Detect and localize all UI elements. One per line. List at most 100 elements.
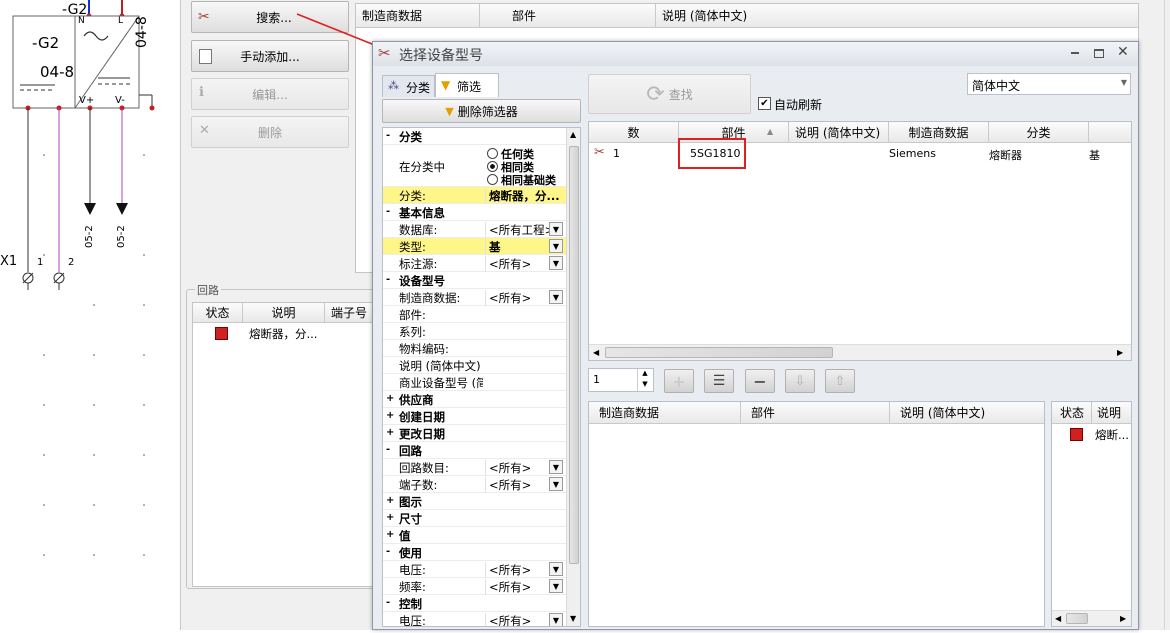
results-col-category[interactable]: 分类 xyxy=(989,122,1089,142)
expand-toggle-icon[interactable]: + xyxy=(386,512,394,523)
filter-group[interactable]: - 基本信息 xyxy=(383,204,566,221)
filter-group[interactable]: - 控制 xyxy=(383,595,566,612)
filter-prop-row[interactable]: 电压: <所有> ▼ xyxy=(383,561,566,578)
chevron-down-icon[interactable]: ▼ xyxy=(549,562,563,576)
bg-col-desc[interactable]: 说明 (简体中文) xyxy=(656,4,1138,27)
filter-prop-row[interactable]: 说明 (简体中文) xyxy=(383,357,566,374)
filter-group[interactable]: + 创建日期 xyxy=(383,408,566,425)
filter-prop-row[interactable]: 分类: 熔断器，分... xyxy=(383,187,566,204)
results-col-desc[interactable]: 说明 (简体中文) xyxy=(789,122,889,142)
filter-group[interactable]: - 分类 xyxy=(383,128,566,145)
dialog-titlebar[interactable]: ✂ 选择设备型号 ✕ xyxy=(373,42,1138,66)
filter-scrollbar[interactable]: ▲ ▼ xyxy=(566,128,580,626)
move-down-button[interactable]: ⇩ xyxy=(785,369,815,393)
expand-toggle-icon[interactable]: - xyxy=(386,206,390,217)
chevron-down-icon[interactable]: ▼ xyxy=(549,477,563,491)
edit-button[interactable]: ℹ 编辑... xyxy=(191,78,349,110)
filter-group[interactable]: + 值 xyxy=(383,527,566,544)
filter-prop-row[interactable]: 电压: <所有> ▼ xyxy=(383,612,566,626)
chevron-down-icon[interactable]: ▼ xyxy=(549,222,563,236)
minimize-icon[interactable] xyxy=(1071,52,1079,54)
dialog-search-button[interactable]: ⟳ 查找 xyxy=(588,74,751,114)
filter-prop-row[interactable]: 标注源: <所有> ▼ xyxy=(383,255,566,272)
selected-col-manufacturer[interactable]: 制造商数据 xyxy=(589,402,741,423)
expand-toggle-icon[interactable]: + xyxy=(386,427,394,438)
results-col-manufacturer[interactable]: 制造商数据 xyxy=(889,122,989,142)
filter-scroll-thumb[interactable] xyxy=(569,146,579,564)
scroll-left-icon[interactable]: ◀ xyxy=(1055,614,1061,623)
auto-refresh-checkbox[interactable]: ✔ xyxy=(758,97,771,110)
chevron-down-icon[interactable]: ▼ xyxy=(549,460,563,474)
delete-filter-button[interactable]: ▼ 删除筛选器 xyxy=(382,99,581,123)
mini-hscrollbar[interactable]: ◀ ▶ xyxy=(1052,610,1131,626)
scroll-right-icon[interactable]: ▶ xyxy=(1117,348,1123,357)
scroll-right-icon[interactable]: ▶ xyxy=(1120,614,1126,623)
chevron-down-icon[interactable]: ▼ xyxy=(549,290,563,304)
chevron-down-icon[interactable]: ▼ xyxy=(549,613,563,626)
filter-group[interactable]: - 使用 xyxy=(383,544,566,561)
filter-group[interactable]: + 尺寸 xyxy=(383,510,566,527)
mini-col-desc[interactable]: 说明 xyxy=(1092,402,1131,423)
scroll-left-icon[interactable]: ◀ xyxy=(593,348,599,357)
filter-prop-row[interactable]: 制造商数据: <所有> ▼ xyxy=(383,289,566,306)
filter-prop-row[interactable]: 类型: 基 ▼ xyxy=(383,238,566,255)
filter-radio-row[interactable]: 在分类中 任何类 相同类 相同基础类 xyxy=(383,145,566,187)
filter-prop-row[interactable]: 系列: xyxy=(383,323,566,340)
filter-prop-row[interactable]: 商业设备型号 (简 xyxy=(383,374,566,391)
circuit-col-desc[interactable]: 说明 xyxy=(243,303,325,322)
filter-prop-row[interactable]: 端子数: <所有> ▼ xyxy=(383,476,566,493)
scroll-down-icon[interactable]: ▼ xyxy=(570,614,576,623)
filter-group[interactable]: + 供应商 xyxy=(383,391,566,408)
scroll-up-icon[interactable]: ▲ xyxy=(570,130,576,139)
expand-toggle-icon[interactable]: - xyxy=(386,274,390,285)
filter-prop-value[interactable]: 熔断器，分... xyxy=(485,188,569,204)
chevron-down-icon[interactable]: ▼ xyxy=(1121,78,1127,87)
language-select[interactable]: 简体中文 ▼ xyxy=(967,73,1131,95)
selected-col-part[interactable]: 部件 xyxy=(741,402,890,423)
filter-group[interactable]: - 回路 xyxy=(383,442,566,459)
results-hscroll-thumb[interactable] xyxy=(605,347,833,358)
results-hscrollbar[interactable]: ◀ ▶ xyxy=(589,344,1131,360)
move-up-button[interactable]: ⇧ xyxy=(825,369,855,393)
mini-row[interactable]: 熔断... xyxy=(1052,426,1131,444)
bg-col-part[interactable]: 部件 xyxy=(506,4,656,27)
add-button[interactable]: + xyxy=(664,369,694,393)
tab-filter[interactable]: ▼ 筛选 xyxy=(435,73,499,97)
expand-toggle-icon[interactable]: - xyxy=(386,546,390,557)
chevron-down-icon[interactable]: ▼ xyxy=(549,256,563,270)
filter-prop-row[interactable]: 频率: <所有> ▼ xyxy=(383,578,566,595)
mini-col-status[interactable]: 状态 xyxy=(1052,402,1092,423)
results-col-num[interactable]: 数 xyxy=(589,122,679,142)
stepper-down-icon[interactable]: ▼ xyxy=(637,380,652,391)
filter-group[interactable]: + 图示 xyxy=(383,493,566,510)
quantity-stepper[interactable]: 1 ▲ ▼ xyxy=(588,368,654,392)
delete-button[interactable]: ✕ 删除 xyxy=(191,116,349,148)
filter-group[interactable]: - 设备型号 xyxy=(383,272,566,289)
filter-group[interactable]: + 更改日期 xyxy=(383,425,566,442)
selected-col-desc[interactable]: 说明 (简体中文) xyxy=(890,402,1044,423)
expand-toggle-icon[interactable]: + xyxy=(386,393,394,404)
expand-toggle-icon[interactable]: + xyxy=(386,495,394,506)
chevron-down-icon[interactable]: ▼ xyxy=(549,579,563,593)
expand-toggle-icon[interactable]: - xyxy=(386,130,390,141)
tab-category[interactable]: ⁂ 分类 xyxy=(382,75,435,97)
radio-option[interactable]: 相同基础类 xyxy=(487,172,556,188)
mini-hscroll-thumb[interactable] xyxy=(1066,613,1088,624)
chevron-down-icon[interactable]: ▼ xyxy=(549,239,563,253)
list-button[interactable]: ☰ xyxy=(704,369,734,393)
expand-toggle-icon[interactable]: - xyxy=(386,444,390,455)
stepper-up-icon[interactable]: ▲ xyxy=(637,369,652,380)
expand-toggle-icon[interactable]: + xyxy=(386,410,394,421)
circuit-col-status[interactable]: 状态 xyxy=(193,303,243,322)
filter-prop-row[interactable]: 部件: xyxy=(383,306,566,323)
expand-toggle-icon[interactable]: + xyxy=(386,529,394,540)
maximize-icon[interactable] xyxy=(1094,49,1104,58)
filter-prop-row[interactable]: 物料编码: xyxy=(383,340,566,357)
expand-toggle-icon[interactable]: - xyxy=(386,597,390,608)
filter-prop-row[interactable]: 数据库: <所有工程> ▼ xyxy=(383,221,566,238)
results-row[interactable]: ✂ 1 5SG1810 Siemens 熔断器 基 xyxy=(589,144,1131,164)
filter-prop-row[interactable]: 回路数目: <所有> ▼ xyxy=(383,459,566,476)
circuit-row[interactable]: 熔断器，分... xyxy=(193,325,378,343)
remove-button[interactable]: − xyxy=(745,369,775,393)
close-icon[interactable]: ✕ xyxy=(1117,44,1129,60)
